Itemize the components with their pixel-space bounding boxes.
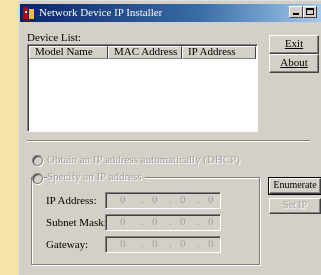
separator bbox=[27, 140, 310, 142]
subnet-mask-octet-2: 0 bbox=[152, 216, 158, 228]
app-icon bbox=[23, 7, 34, 19]
subnet-mask-dot-3: . bbox=[197, 216, 200, 228]
subnet-mask-dot-2: . bbox=[169, 216, 172, 228]
gateway-octet-3: 0 bbox=[180, 238, 186, 250]
exit-button-label: Exit bbox=[284, 38, 304, 50]
installer-window: Network Device IP Installer Device List:… bbox=[18, 0, 321, 275]
column-header-model-name[interactable]: Model Name bbox=[29, 46, 108, 59]
ip-address-dot-3: . bbox=[197, 194, 200, 206]
column-header-ip-address[interactable]: IP Address bbox=[182, 46, 256, 59]
maximize-button[interactable] bbox=[303, 6, 317, 18]
ip-address-dot-2: . bbox=[169, 194, 172, 206]
enumerate-button-label: Enumerate bbox=[273, 180, 317, 191]
gateway-field[interactable]: 0 . 0 . 0 . 0 bbox=[105, 236, 221, 253]
ip-address-label: IP Address: bbox=[46, 195, 97, 207]
exit-button[interactable]: Exit bbox=[269, 35, 319, 54]
gateway-octet-2: 0 bbox=[152, 238, 158, 250]
device-list-label: Device List: bbox=[27, 32, 82, 44]
subnet-mask-dot-1: . bbox=[141, 216, 144, 228]
ip-address-octet-1: 0 bbox=[120, 194, 126, 206]
gateway-dot-1: . bbox=[141, 238, 144, 250]
gateway-octet-1: 0 bbox=[120, 238, 126, 250]
set-ip-button[interactable]: Set IP bbox=[269, 198, 321, 214]
gateway-dot-3: . bbox=[197, 238, 200, 250]
static-ip-radio[interactable] bbox=[32, 173, 43, 184]
title-bar[interactable]: Network Device IP Installer bbox=[20, 4, 321, 22]
minimize-icon bbox=[293, 13, 299, 15]
column-header-mac-address[interactable]: MAC Address bbox=[108, 46, 182, 59]
window-title: Network Device IP Installer bbox=[39, 7, 163, 19]
static-ip-radio-label: Specify an IP address bbox=[47, 171, 145, 183]
enumerate-button[interactable]: Enumerate bbox=[268, 177, 321, 195]
gateway-octet-4: 0 bbox=[208, 238, 214, 250]
device-list[interactable]: Model Name MAC Address IP Address bbox=[27, 44, 258, 132]
dhcp-radio-label: Obtain an IP address automatically (DHCP… bbox=[47, 154, 240, 166]
maximize-icon bbox=[306, 8, 314, 15]
ip-address-octet-4: 0 bbox=[208, 194, 214, 206]
minimize-button[interactable] bbox=[289, 6, 303, 18]
gateway-label: Gateway: bbox=[46, 239, 89, 251]
ip-address-dot-1: . bbox=[141, 194, 144, 206]
subnet-mask-label: Subnet Mask: bbox=[46, 217, 107, 229]
subnet-mask-octet-3: 0 bbox=[180, 216, 186, 228]
ip-address-field[interactable]: 0 . 0 . 0 . 0 bbox=[105, 192, 221, 209]
dhcp-radio[interactable] bbox=[32, 155, 43, 166]
about-button[interactable]: About bbox=[269, 54, 319, 73]
set-ip-button-label: Set IP bbox=[282, 200, 308, 211]
subnet-mask-field[interactable]: 0 . 0 . 0 . 0 bbox=[105, 214, 221, 231]
subnet-mask-octet-4: 0 bbox=[208, 216, 214, 228]
ip-address-octet-3: 0 bbox=[180, 194, 186, 206]
about-button-label: About bbox=[280, 57, 308, 69]
gateway-dot-2: . bbox=[169, 238, 172, 250]
ip-address-octet-2: 0 bbox=[152, 194, 158, 206]
subnet-mask-octet-1: 0 bbox=[120, 216, 126, 228]
